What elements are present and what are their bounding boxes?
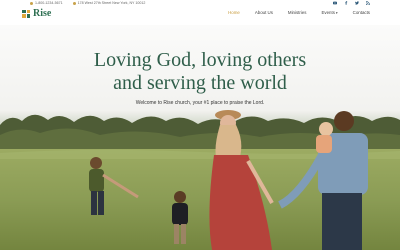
nav-about-us[interactable]: About Us [255, 10, 273, 15]
hero-text-block: Loving God, loving others and serving th… [0, 49, 400, 106]
phone-number[interactable]: 1-800-1234-5671 [35, 1, 63, 5]
nav-home[interactable]: Home [228, 10, 240, 15]
contact-bar: 1-800-1234-5671 178 West 27th Street New… [30, 1, 145, 5]
social-links [333, 1, 370, 5]
twitter-icon[interactable] [355, 1, 359, 5]
phone-item[interactable]: 1-800-1234-5671 [30, 1, 63, 5]
address-text: 178 West 27th Street New York, NY 10012 [77, 1, 146, 5]
hero-section: Loving God, loving others and serving th… [0, 25, 400, 250]
hero-title-line-1: Loving God, loving others [93, 49, 307, 71]
facebook-icon[interactable] [344, 1, 348, 5]
logo-text: Rise [33, 8, 52, 19]
rss-icon[interactable] [366, 1, 370, 5]
youtube-icon[interactable] [333, 1, 337, 5]
site-header: 1-800-1234-5671 178 West 27th Street New… [0, 0, 400, 25]
nav-contacts[interactable]: Contacts [353, 10, 370, 15]
nav-events-label: Events [321, 10, 335, 15]
address-item: 178 West 27th Street New York, NY 10012 [72, 1, 146, 5]
nav-events[interactable]: Events▾ [321, 10, 337, 15]
site-logo[interactable]: Rise [22, 8, 51, 19]
phone-icon [30, 1, 33, 5]
hero-subtitle: Welcome to Rise church, your #1 place to… [135, 100, 265, 106]
hero-title-line-2: and serving the world [113, 72, 287, 94]
main-nav: Home About Us Ministries Events▾ Contact… [228, 10, 370, 15]
logo-mark-icon [22, 9, 30, 18]
location-pin-icon [72, 1, 76, 5]
chevron-down-icon: ▾ [335, 11, 338, 15]
nav-ministries[interactable]: Ministries [288, 10, 307, 15]
hero-title: Loving God, loving others and serving th… [0, 49, 400, 95]
